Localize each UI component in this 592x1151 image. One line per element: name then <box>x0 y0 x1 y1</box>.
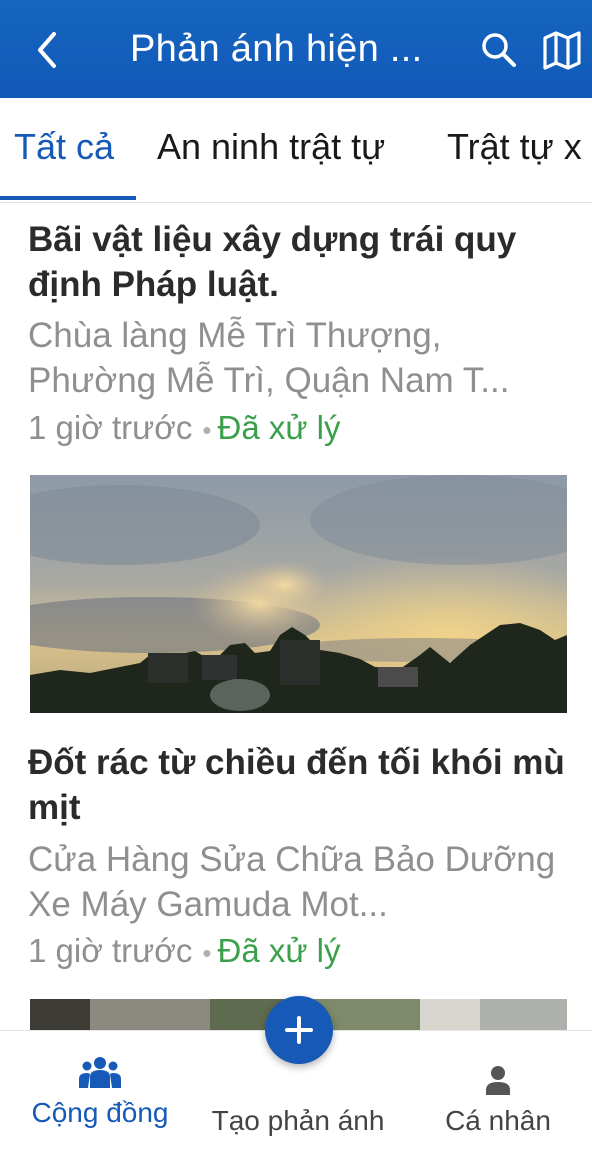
tab-all[interactable]: Tất cả <box>14 124 114 170</box>
nav-profile-label: Cá nhân <box>445 1105 551 1136</box>
nav-community[interactable]: Cộng đồng <box>20 1051 180 1141</box>
nav-profile[interactable]: Cá nhân <box>430 1051 566 1141</box>
chevron-left-icon <box>38 32 56 68</box>
tab-security-order[interactable]: An ninh trật tự <box>157 124 385 170</box>
map-button[interactable] <box>540 28 584 72</box>
post-address: Chùa làng Mễ Trì Thượng, Phường Mễ Trì, … <box>28 316 510 400</box>
status-badge: Đã xử lý <box>217 932 341 969</box>
plus-icon <box>285 1016 313 1044</box>
separator-dot: • <box>202 938 212 968</box>
person-icon <box>486 1066 510 1095</box>
category-tabs: Tất cả An ninh trật tự Trật tự x <box>0 98 592 203</box>
post-image[interactable] <box>30 475 567 713</box>
report-feed[interactable]: Bãi vật liệu xây dựng trái quy định Pháp… <box>0 203 592 1030</box>
search-button[interactable] <box>478 28 520 72</box>
post-meta: 1 giờ trước • Đã xử lý <box>28 929 568 975</box>
post-title[interactable]: Bãi vật liệu xây dựng trái quy định Pháp… <box>28 217 568 307</box>
page-title: Phản ánh hiện ... <box>130 28 423 70</box>
post-title[interactable]: Đốt rác từ chiều đến tối khói mù mịt <box>28 740 568 830</box>
tab-indicator <box>0 196 136 200</box>
status-badge: Đã xử lý <box>217 409 341 446</box>
create-report-button[interactable] <box>265 996 333 1064</box>
post-meta: 1 giờ trước • Đã xử lý <box>28 406 568 452</box>
app-bar: Phản ánh hiện ... <box>0 0 592 98</box>
map-icon <box>543 31 581 70</box>
post-time: 1 giờ trước <box>28 932 193 969</box>
nav-create-label: Tạo phản ánh <box>211 1105 385 1136</box>
community-icon <box>79 1057 121 1088</box>
search-icon <box>482 33 516 67</box>
nav-create-report[interactable]: Tạo phản ánh <box>200 1051 396 1141</box>
back-button[interactable] <box>30 28 64 72</box>
nav-community-label: Cộng đồng <box>31 1097 169 1128</box>
post-address: Cửa Hàng Sửa Chữa Bảo Dưỡng Xe Máy Gamud… <box>28 840 556 924</box>
tab-traffic-order[interactable]: Trật tự x <box>447 124 582 170</box>
separator-dot: • <box>202 415 212 445</box>
post-time: 1 giờ trước <box>28 409 193 446</box>
